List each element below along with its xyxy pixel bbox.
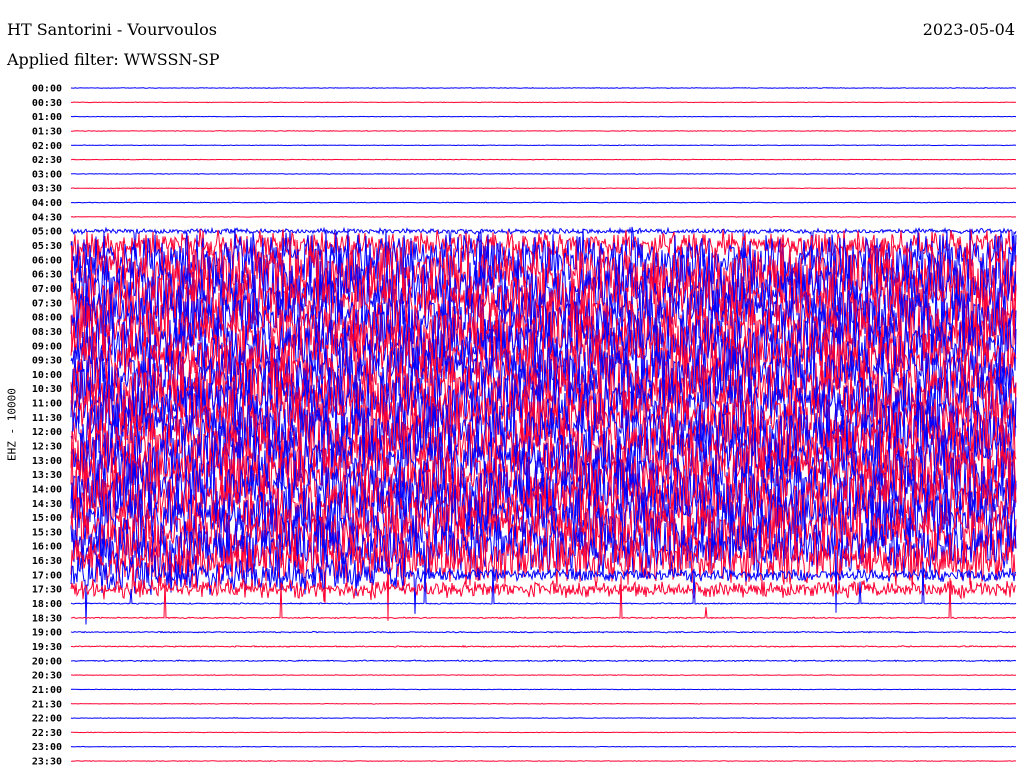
seismic-trace [70,187,1017,190]
time-tick-label: 13:30 [32,470,62,481]
seismic-trace [70,173,1017,175]
time-tick-label: 17:30 [32,585,62,596]
seismic-trace [70,745,1017,748]
time-tick-label: 07:30 [32,298,62,309]
time-tick-label: 06:30 [32,270,62,281]
time-tick-label: 02:00 [32,141,62,152]
time-tick-label: 11:30 [32,413,62,424]
time-tick-label: 03:30 [32,184,62,195]
seismic-trace [70,731,1016,734]
time-tick-label: 10:00 [32,370,62,381]
time-tick-label: 00:30 [32,98,62,109]
time-tick-label: 17:00 [32,570,62,581]
time-tick-label: 07:00 [32,284,62,295]
time-tick-label: 00:00 [32,84,62,95]
time-tick-label: 02:30 [32,155,62,166]
time-tick-label: 16:00 [32,542,62,553]
time-tick-label: 03:00 [32,169,62,180]
time-tick-label: 19:30 [32,642,62,653]
seismic-trace [70,158,1017,161]
time-tick-label: 14:30 [32,499,62,510]
time-tick-label: 08:00 [32,313,62,324]
time-tick-label: 23:00 [32,742,62,753]
time-tick-label: 09:00 [32,341,62,352]
helicorder-plot: 00:00 00:30 01:00 01:30 02:00 02:30 03:00 03:30… [32,84,1017,768]
seismic-trace [70,115,1016,118]
time-tick-label: 01:00 [32,112,62,123]
seismic-trace [70,87,1017,89]
seismic-trace [70,760,1017,762]
time-tick-label: 14:00 [32,484,62,495]
seismic-trace [70,215,1017,218]
seismic-trace [70,688,1017,691]
time-tick-label: 05:00 [32,227,62,238]
time-tick-label: 09:30 [32,356,62,367]
seismic-trace [70,659,1017,663]
seismic-trace [71,144,1017,147]
time-tick-label: 18:00 [32,599,62,610]
time-tick-label: 15:30 [32,527,62,538]
time-tick-label: 20:00 [32,656,62,667]
time-tick-label: 01:30 [32,126,62,137]
time-tick-label: 19:00 [32,628,62,639]
time-tick-label: 04:30 [32,212,62,223]
time-tick-label: 22:00 [32,714,62,725]
time-tick-label: 08:30 [32,327,62,338]
seismic-trace [70,201,1017,204]
time-tick-label: 12:30 [32,442,62,453]
seismic-trace [70,674,1017,677]
time-tick-label: 04:00 [32,198,62,209]
seismic-trace [70,101,1016,104]
seismic-trace [70,702,1017,705]
time-tick-label: 21:00 [32,685,62,696]
time-tick-label: 21:30 [32,699,62,710]
time-tick-label: 15:00 [32,513,62,524]
time-tick-label: 11:00 [32,399,62,410]
time-tick-label: 10:30 [32,384,62,395]
time-tick-label: 16:30 [32,556,62,567]
time-tick-label: 18:30 [32,613,62,624]
time-tick-label: 06:00 [32,255,62,266]
seismic-trace [70,644,1017,648]
time-tick-label: 13:00 [32,456,62,467]
time-tick-label: 23:30 [32,757,62,768]
seismic-trace [70,130,1017,132]
time-tick-label: 20:30 [32,671,62,682]
seismic-trace [70,717,1017,719]
time-tick-label: 22:30 [32,728,62,739]
time-tick-label: 05:30 [32,241,62,252]
seismic-trace [70,630,1017,634]
time-tick-label: 12:00 [32,427,62,438]
